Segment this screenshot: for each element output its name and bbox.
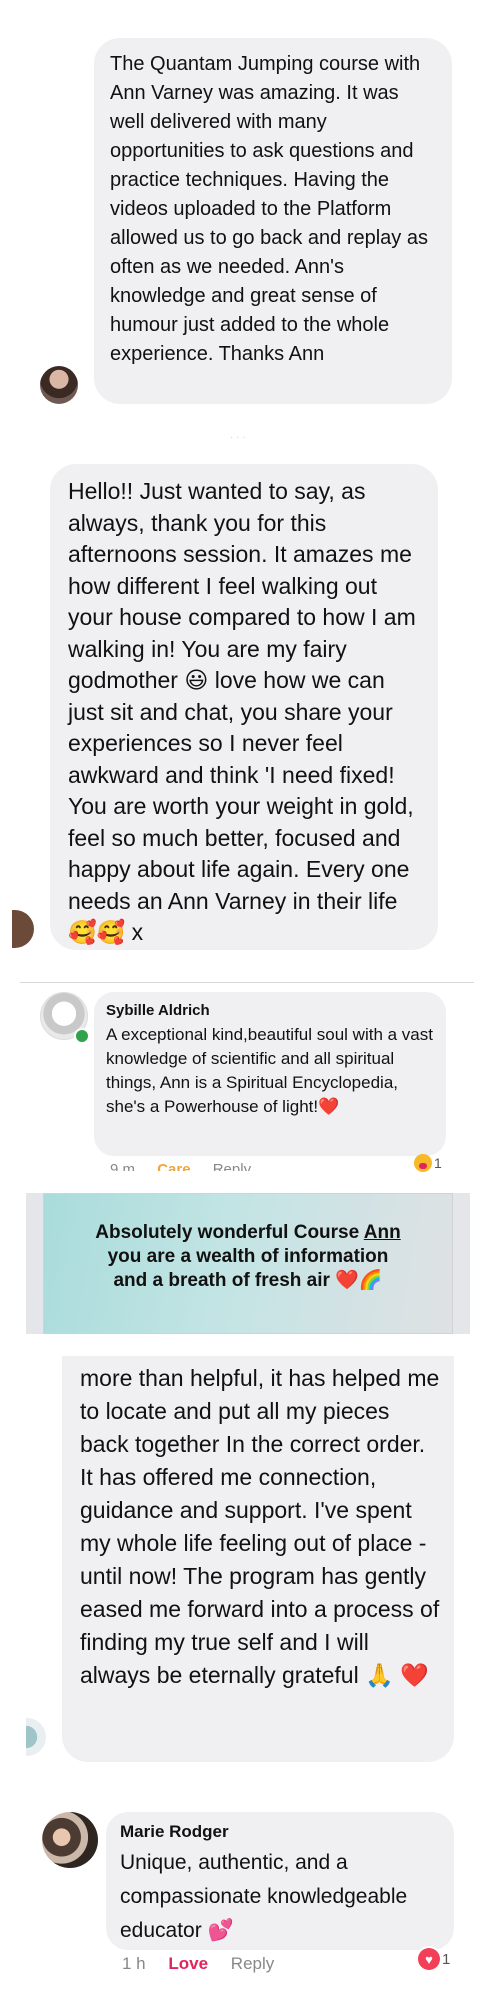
testimonial-bubble-2: Hello!! Just wanted to say, as always, t… — [50, 464, 438, 950]
reply-link[interactable]: Reply — [231, 1954, 274, 1973]
avatar[interactable] — [12, 910, 34, 948]
love-reaction-link[interactable]: Love — [168, 1954, 208, 1973]
avatar[interactable] — [42, 1812, 98, 1868]
testimonial-bubble-1: The Quantam Jumping course with Ann Varn… — [94, 38, 452, 404]
comment-bubble: Marie Rodger Unique, authentic, and a co… — [106, 1812, 454, 1950]
care-reaction-link[interactable]: Care — [157, 1161, 190, 1171]
reaction-count: 1 — [442, 1950, 451, 1968]
banner-line-1-name: Ann — [363, 1222, 401, 1243]
comment-text: A exceptional kind,beautiful soul with a… — [106, 1025, 433, 1116]
comment-text: Unique, authentic, and a compassionate k… — [120, 1851, 408, 1942]
care-reaction-icon — [414, 1154, 432, 1172]
reaction-summary[interactable]: 1 — [414, 1154, 442, 1172]
testimonial-text: The Quantam Jumping course with Ann Varn… — [110, 53, 428, 365]
testimonial-text: Hello!! Just wanted to say, as always, t… — [68, 478, 416, 945]
comment-time: 9 m — [110, 1161, 136, 1171]
comment-bubble: Sybille Aldrich A exceptional kind,beaut… — [94, 992, 446, 1156]
banner-line-1: Absolutely wonderful Course Ann — [43, 1221, 453, 1245]
reply-link[interactable]: Reply — [213, 1161, 251, 1171]
testimonial-bubble-3: more than helpful, it has helped me to l… — [62, 1356, 454, 1762]
banner-gradient: Absolutely wonderful Course Ann you are … — [43, 1193, 453, 1334]
reaction-summary[interactable]: ♥ 1 — [418, 1948, 450, 1970]
heart-reaction-icon: ♥ — [418, 1948, 440, 1970]
avatar[interactable] — [26, 1718, 46, 1756]
quote-banner: Absolutely wonderful Course Ann you are … — [26, 1193, 470, 1334]
online-indicator — [74, 1028, 90, 1044]
divider — [20, 982, 474, 983]
banner-text: Absolutely wonderful Course Ann you are … — [43, 1221, 453, 1293]
avatar[interactable] — [40, 366, 78, 404]
comment-actions: 1 h Love Reply — [122, 1954, 274, 1974]
testimonial-text: more than helpful, it has helped me to l… — [80, 1365, 440, 1688]
comment-actions: 9 m Care Reply — [110, 1161, 251, 1171]
faint-separator: · · · — [230, 432, 246, 443]
commenter-name[interactable]: Marie Rodger — [120, 1822, 440, 1842]
commenter-name[interactable]: Sybille Aldrich — [106, 1002, 434, 1019]
banner-line-1-prefix: Absolutely wonderful Course — [95, 1222, 364, 1243]
comment-time: 1 h — [122, 1954, 146, 1973]
banner-line-2: you are a wealth of information — [107, 1246, 389, 1267]
reaction-count: 1 — [434, 1155, 442, 1171]
banner-line-3: and a breath of fresh air ❤️🌈 — [113, 1270, 383, 1291]
